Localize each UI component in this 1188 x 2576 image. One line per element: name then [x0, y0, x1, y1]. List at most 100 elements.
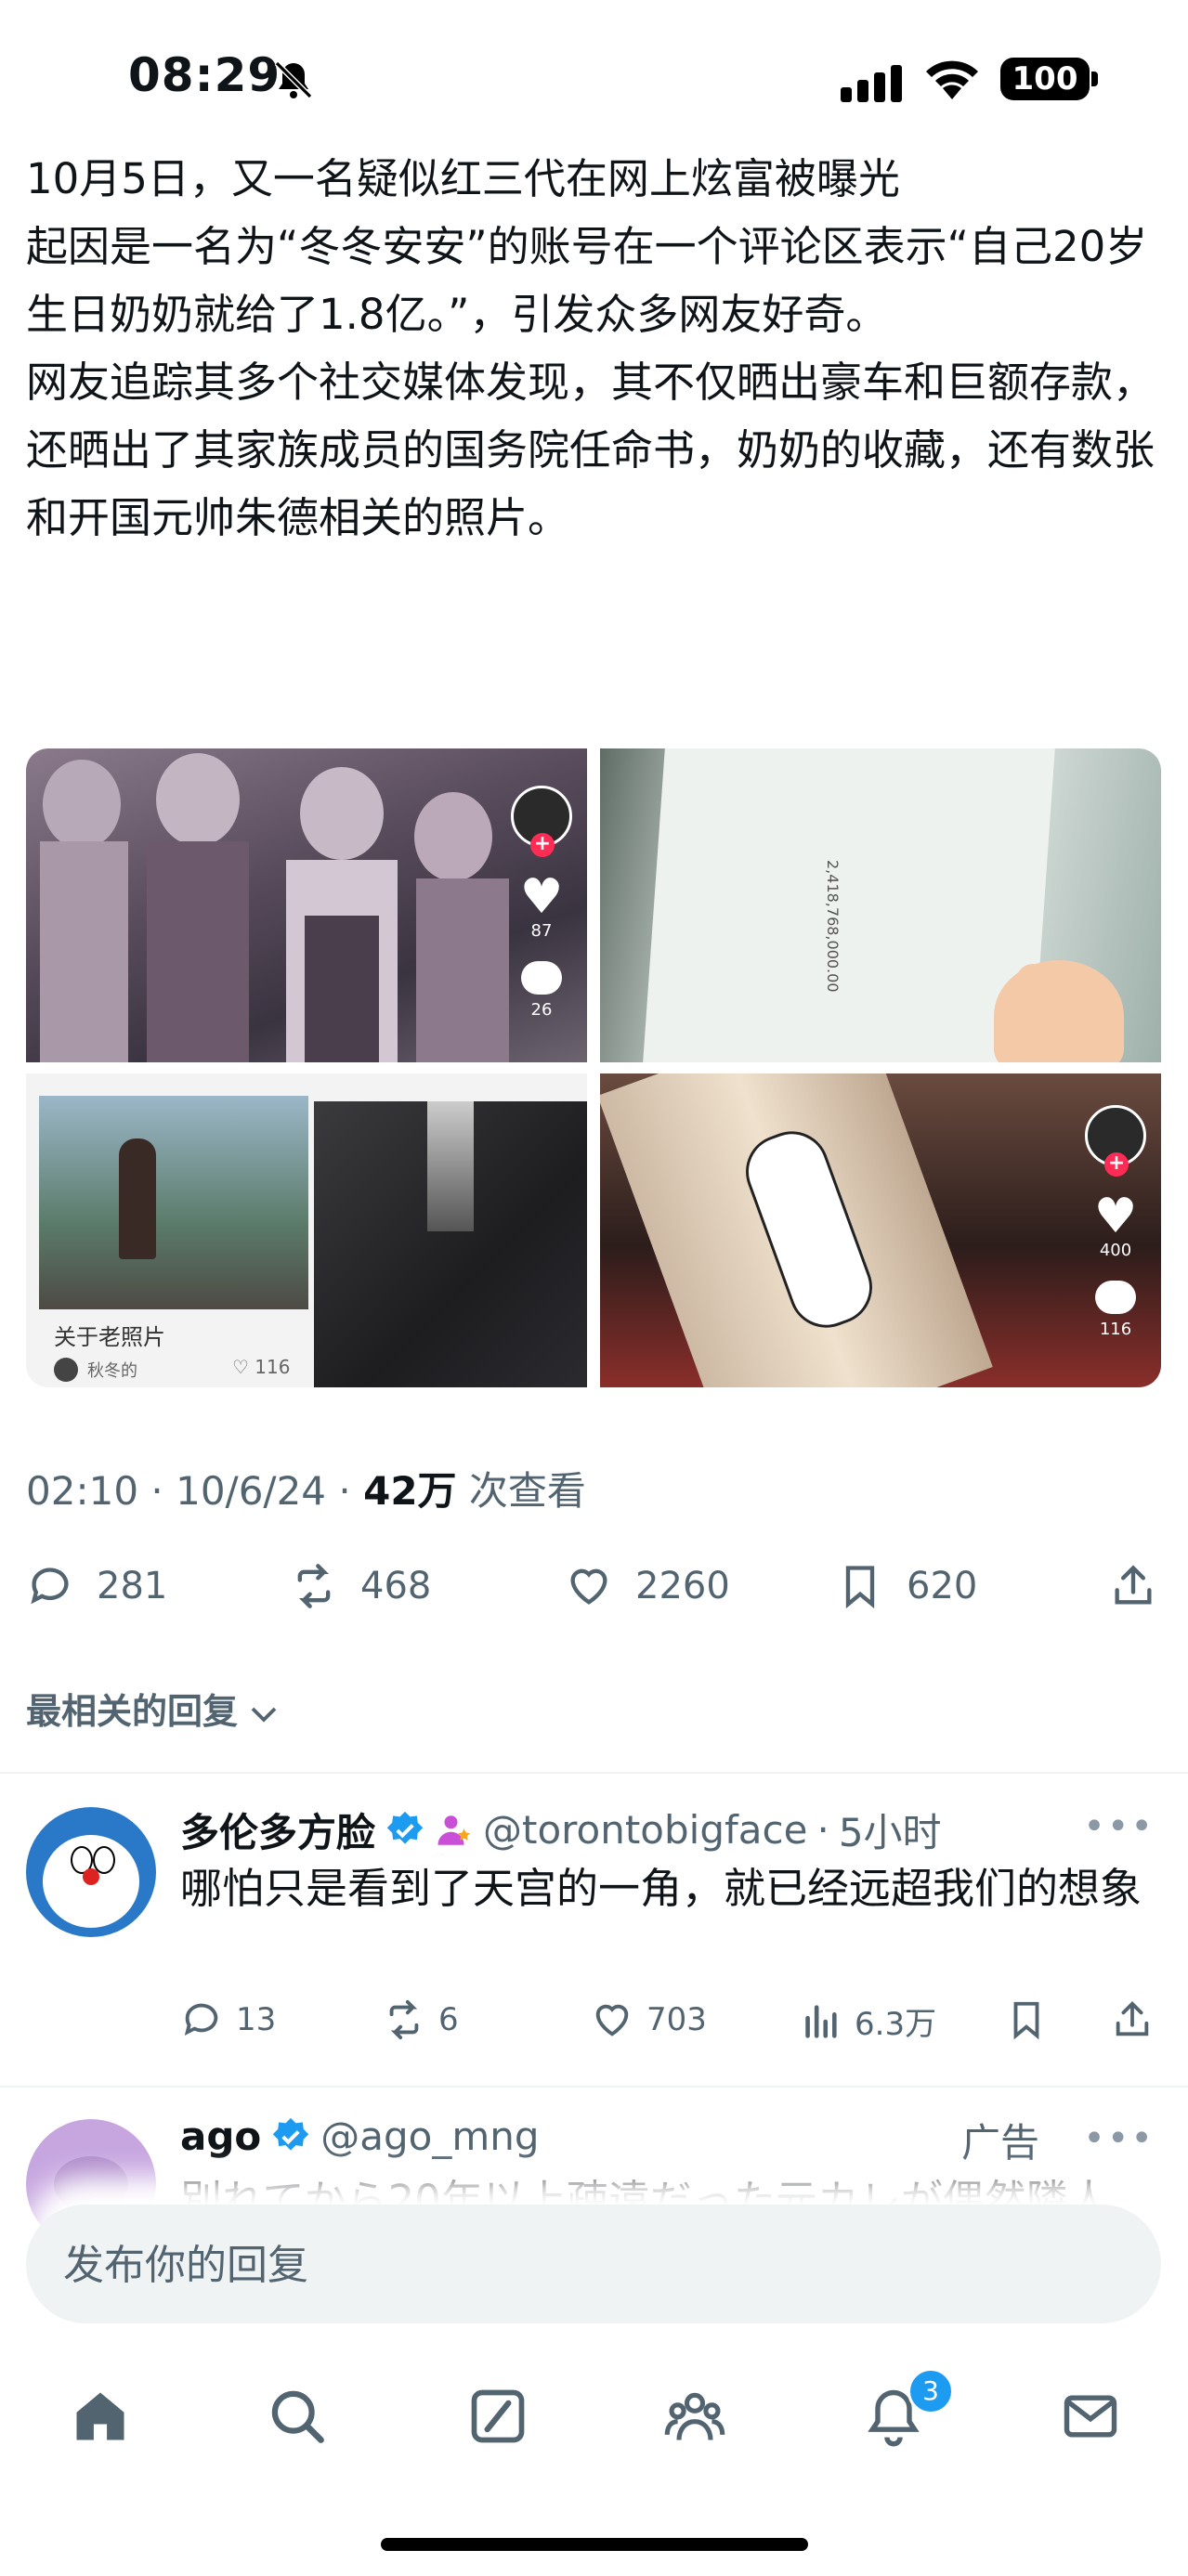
- search-icon[interactable]: [266, 2385, 329, 2448]
- reply-author-handle[interactable]: @ago_mng: [320, 2114, 539, 2159]
- media-4-comments: 116: [1099, 1320, 1132, 1339]
- chevron-down-icon: [251, 1707, 277, 1723]
- repost-icon: [297, 1564, 331, 1608]
- follow-plus-icon[interactable]: +: [1104, 1152, 1129, 1177]
- post-views-count: 42万: [363, 1468, 457, 1514]
- old-photo-figures: [40, 753, 509, 1062]
- avatar-face: [54, 2156, 128, 2212]
- reply-like-button[interactable]: 703: [591, 1998, 707, 2041]
- notifications-badge: 3: [907, 2368, 954, 2414]
- collection-photo: [39, 1096, 308, 1309]
- avatar-nose: [83, 1868, 99, 1885]
- repost-count: 468: [360, 1565, 432, 1607]
- creator-avatar[interactable]: +: [1085, 1105, 1146, 1177]
- reply-author-name[interactable]: 多伦多方脸: [180, 1802, 375, 1858]
- bank-amount: 2,418,768,000.00: [824, 860, 842, 993]
- reply-sort-label: 最相关的回复: [26, 1691, 239, 1732]
- grok-icon[interactable]: [466, 2385, 529, 2448]
- dot-separator: ·: [816, 1807, 829, 1853]
- comment-bubble-icon[interactable]: [1095, 1281, 1136, 1314]
- reply-share-button[interactable]: [1111, 1998, 1154, 2041]
- media-1-side-controls: + ♥ 87 26: [509, 786, 574, 1020]
- collection-caption: 关于老照片: [54, 1324, 165, 1350]
- small-heart-icon: ♡: [232, 1356, 255, 1378]
- divider: [0, 2086, 1188, 2088]
- media-old-photo-collection[interactable]: 关于老照片 秋冬的 ♡ 116: [26, 1073, 587, 1387]
- more-options-icon[interactable]: •••: [1083, 1805, 1155, 1848]
- media-old-photo[interactable]: + ♥ 87 26: [26, 748, 587, 1062]
- creator-avatar[interactable]: +: [511, 786, 572, 857]
- home-indicator[interactable]: [381, 2538, 808, 2551]
- post-paragraph: 网友追踪其多个社交媒体发现，其不仅晒出豪车和巨额存款，还晒出了其家族成员的国务院…: [26, 358, 1155, 542]
- heart-icon[interactable]: ♥: [1083, 1192, 1148, 1241]
- post-paragraph: 起因是一名为“冬冬安安”的账号在一个评论区表示“自己20岁生日奶奶就给了1.8亿…: [26, 222, 1148, 339]
- repost-button[interactable]: 468: [290, 1560, 431, 1612]
- bear-ear: [1016, 964, 1050, 997]
- like-button[interactable]: 2260: [565, 1560, 730, 1612]
- wifi-icon: [926, 60, 978, 99]
- like-count: 2260: [635, 1565, 730, 1607]
- reply-time: 5小时: [838, 1810, 942, 1855]
- heart-icon[interactable]: ♥: [509, 873, 574, 921]
- reply-views-button[interactable]: 6.3万: [799, 1998, 936, 2044]
- reply-text: 哪怕只是看到了天宫的一角，就已经远超我们的想象: [180, 1864, 1142, 1913]
- bear-sticker: [994, 960, 1124, 1062]
- media-labeled-bottle[interactable]: + ♥ 400 116: [600, 1073, 1161, 1387]
- reply-icon: [31, 1568, 69, 1605]
- reply-header: ago @ago_mng: [180, 2114, 540, 2159]
- avatar[interactable]: [26, 1807, 156, 1937]
- media-4-side-controls: + ♥ 400 116: [1083, 1105, 1148, 1339]
- reply-text: 別れてから20年以上疎遠だった元カレが偶然隣人: [180, 2176, 1110, 2206]
- media-4-likes: 400: [1099, 1241, 1132, 1260]
- collection-likes-count: 116: [255, 1356, 291, 1378]
- divider: [0, 1772, 1188, 1774]
- communities-icon[interactable]: [663, 2385, 726, 2448]
- battery-tip: [1091, 72, 1098, 86]
- reply-button[interactable]: 281: [26, 1560, 167, 1612]
- reply-author-name[interactable]: ago: [180, 2114, 261, 2159]
- reply-header: 多伦多方脸 @torontobigface · 5小时: [180, 1802, 942, 1858]
- collection-user: 秋冬的: [87, 1361, 137, 1381]
- reply-count: 281: [97, 1565, 168, 1607]
- verified-badge-icon: [273, 2117, 309, 2151]
- media-bank-balance[interactable]: 2,418,768,000.00: [600, 748, 1161, 1062]
- bookmark-button[interactable]: 620: [836, 1560, 977, 1612]
- battery-level: 100: [1012, 60, 1078, 98]
- reply-icon: [184, 2003, 218, 2036]
- verified-badge-icon: [386, 1811, 424, 1844]
- share-icon: [1115, 1565, 1152, 1605]
- reply-repost-button[interactable]: 6: [383, 1998, 459, 2041]
- home-icon[interactable]: [69, 2385, 132, 2448]
- collection-likes: ♡ 116: [232, 1356, 290, 1378]
- suit-tie: [427, 1101, 474, 1231]
- signal-icon: [841, 65, 902, 102]
- more-options-icon[interactable]: •••: [1083, 2117, 1155, 2160]
- creator-star-icon: [437, 1815, 471, 1845]
- reply-input[interactable]: [61, 2205, 1087, 2325]
- bookmark-count: 620: [907, 1565, 978, 1607]
- post-views-label: 次查看: [468, 1468, 586, 1514]
- post-text: 10月5日，又一名疑似红三代在网上炫富被曝光 起因是一名为“冬冬安安”的账号在一…: [26, 145, 1164, 552]
- follow-plus-icon[interactable]: +: [530, 833, 555, 857]
- heart-icon: [570, 1568, 607, 1605]
- post-date: 10/6/24: [176, 1468, 327, 1514]
- bookmark-icon: [845, 1566, 875, 1609]
- reply-composer[interactable]: [26, 2205, 1161, 2325]
- post-paragraph: 10月5日，又一名疑似红三代在网上炫富被曝光: [26, 154, 900, 203]
- battery-indicator: 100: [1000, 58, 1090, 100]
- share-button[interactable]: [1109, 1560, 1157, 1612]
- messages-icon[interactable]: [1059, 2385, 1122, 2448]
- post-time: 02:10: [26, 1468, 139, 1514]
- ad-label: 广告: [960, 2120, 1039, 2166]
- reply-bookmark-button[interactable]: [1005, 1998, 1048, 2041]
- comment-bubble-icon[interactable]: [521, 961, 562, 995]
- reply-reply-button[interactable]: 13: [180, 1998, 276, 2041]
- reply-author-handle[interactable]: @torontobigface: [483, 1807, 807, 1853]
- media-1-likes: 87: [530, 921, 553, 941]
- reply-like-count: 703: [646, 2001, 707, 2038]
- photo-figure: [119, 1138, 156, 1259]
- repost-icon: [389, 1999, 419, 2040]
- bell-off-icon: [274, 60, 313, 99]
- reply-sort-dropdown[interactable]: 最相关的回复: [26, 1683, 278, 1734]
- reply-views-count: 6.3万: [855, 2006, 937, 2043]
